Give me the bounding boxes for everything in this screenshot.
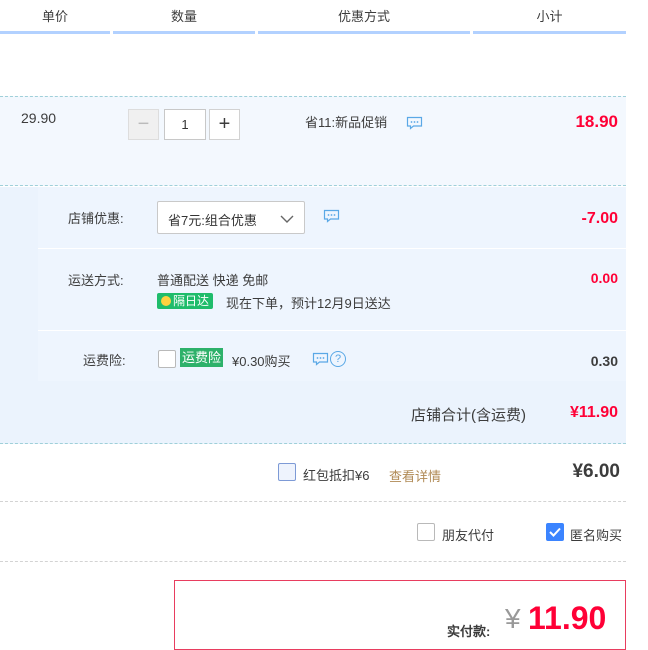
chevron-down-icon — [280, 212, 294, 227]
header-unit-price: 单价 — [41, 9, 68, 24]
shop-options-box: 店铺优惠: 省7元:组合优惠 -7.00 运送方式: 普通配送 快递 免邮 隔日… — [38, 187, 626, 381]
delivery-estimate: 现在下单，预计12月9日送达 — [226, 296, 391, 311]
anonymous-checkbox[interactable] — [546, 523, 564, 541]
friend-pay-label: 朋友代付 — [442, 528, 495, 543]
header-underline — [113, 31, 255, 34]
quantity-input[interactable]: 1 — [164, 109, 206, 140]
shop-discount-row: 店铺优惠: 省7元:组合优惠 -7.00 — [38, 187, 626, 249]
insurance-row: 运费险: 运费险 ¥0.30购买 ? 0.30 — [38, 331, 626, 381]
discount-select[interactable]: 省7元:组合优惠 — [157, 201, 305, 234]
red-packet-amount: ¥6.00 — [572, 461, 620, 482]
next-day-text: 隔日达 — [173, 294, 210, 308]
header-promo: 优惠方式 — [337, 9, 390, 24]
shop-summary-panel: 店铺优惠: 省7元:组合优惠 -7.00 运送方式: 普通配送 快递 免邮 隔日… — [0, 187, 626, 444]
chat-bubble-icon[interactable] — [406, 116, 423, 133]
checkmark-icon — [549, 527, 561, 537]
insurance-amount: 0.30 — [590, 353, 618, 369]
header-underline — [473, 31, 626, 34]
divider — [0, 561, 626, 562]
unit-price: 29.90 — [21, 110, 57, 126]
discount-select-value: 省7元:组合优惠 — [168, 213, 257, 228]
header-underline — [258, 31, 470, 34]
payment-label: 实付款: — [447, 624, 491, 639]
shipping-row: 运送方式: 普通配送 快递 免邮 隔日达 现在下单，预计12月9日送达 0.00 — [38, 249, 626, 331]
payment-summary-box: 实付款: ¥ 11.90 — [174, 580, 626, 650]
header-underline — [0, 31, 110, 34]
shop-total-label: 店铺合计(含运费) — [411, 407, 526, 424]
divider — [0, 501, 626, 502]
payment-currency: ¥ — [505, 603, 521, 634]
insurance-price: ¥0.30购买 — [232, 354, 291, 369]
table-header: 单价 数量 优惠方式 小计 — [0, 0, 626, 34]
decrement-button[interactable]: − — [128, 109, 159, 140]
chat-bubble-icon[interactable] — [323, 209, 340, 226]
friend-pay-checkbox[interactable] — [417, 523, 435, 541]
payment-amount: 11.90 — [528, 600, 607, 636]
item-subtotal: 18.90 — [575, 112, 618, 131]
shop-total-amount: ¥11.90 — [569, 404, 618, 421]
red-packet-label: 红包抵扣¥6 — [303, 468, 370, 483]
insurance-checkbox[interactable] — [158, 350, 176, 368]
cart-item-row: 29.90 − 1 + 省11:新品促销 18.90 — [0, 96, 626, 186]
red-packet-details-link[interactable]: 查看详情 — [389, 466, 441, 485]
header-subtotal: 小计 — [536, 9, 563, 24]
panel-divider — [0, 187, 39, 381]
anonymous-label: 匿名购买 — [570, 528, 623, 543]
shipping-label: 运送方式: — [68, 273, 124, 288]
discount-label: 店铺优惠: — [68, 211, 124, 226]
chat-bubble-icon[interactable] — [312, 352, 329, 369]
question-circle-icon[interactable]: ? — [330, 351, 346, 367]
red-packet-checkbox[interactable] — [278, 463, 296, 481]
lightning-icon — [161, 296, 171, 306]
header-quantity: 数量 — [170, 9, 197, 24]
shipping-amount: 0.00 — [590, 270, 618, 286]
increment-button[interactable]: + — [209, 109, 240, 140]
promo-text: 省11:新品促销 — [305, 115, 388, 130]
next-day-badge: 隔日达 — [157, 293, 214, 309]
insurance-label: 运费险: — [83, 353, 126, 368]
insurance-tag: 运费险 — [180, 348, 224, 367]
discount-amount: -7.00 — [581, 210, 618, 227]
shipping-method: 普通配送 快递 免邮 — [157, 273, 269, 288]
